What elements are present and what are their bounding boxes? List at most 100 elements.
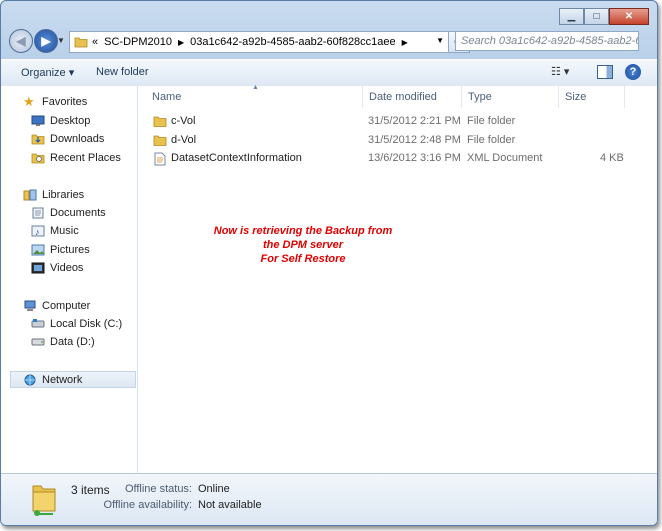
navigation-row: ◀ ▶ ▼ « SC-DPM2010 ▶ 03a1c642-a92b-4585-… (7, 28, 651, 55)
close-button[interactable]: ✕ (609, 8, 649, 25)
file-date: 31/5/2012 2:48 PM (368, 134, 461, 146)
nav-item-videos[interactable]: Videos (31, 259, 83, 277)
file-name: d-Vol (171, 134, 197, 146)
libraries-icon (23, 189, 37, 201)
nav-item-local-disk-c[interactable]: Local Disk (C:) (31, 315, 122, 333)
preview-pane-icon[interactable] (597, 65, 613, 79)
organize-button[interactable]: Organize ▾ (21, 66, 74, 79)
content-area: ★ Favorites Desktop Downloads Recent Pla… (1, 84, 657, 473)
annotation-line: For Self Restore (260, 253, 346, 265)
nav-item-desktop[interactable]: Desktop (31, 112, 90, 130)
offline-availability-value: Not available (198, 499, 262, 511)
offline-availability-label: Offline availability: (103, 499, 192, 511)
back-button[interactable]: ◀ (9, 29, 33, 53)
nav-libraries-label: Libraries (42, 189, 85, 201)
column-name-label: Name (152, 91, 182, 103)
navigation-pane: ★ Favorites Desktop Downloads Recent Pla… (1, 86, 138, 473)
network-icon (24, 374, 36, 386)
local-disk-icon (31, 319, 45, 328)
nav-item-label: Desktop (50, 115, 91, 127)
nav-item-data-d[interactable]: Data (D:) (31, 333, 95, 351)
nav-computer-label: Computer (42, 300, 91, 312)
nav-item-label: Downloads (50, 133, 105, 145)
nav-item-label: Data (D:) (50, 336, 95, 348)
file-size: 4 KB (600, 152, 624, 164)
window-controls: ▁ □ ✕ (559, 8, 649, 25)
computer-icon (24, 300, 36, 311)
folder-icon (74, 37, 88, 48)
search-input[interactable]: Search 03a1c642-a92b-4585-aab2-60f... ⌕ (455, 31, 639, 51)
nav-item-pictures[interactable]: Pictures (31, 241, 90, 259)
change-view-icon[interactable]: ☷ ▾ (551, 65, 569, 78)
nav-favorites-label: Favorites (42, 96, 88, 108)
file-row[interactable]: DatasetContextInformation 13/6/2012 3:16… (138, 150, 638, 168)
help-icon[interactable]: ? (625, 64, 641, 80)
breadcrumb-guid-folder[interactable]: 03a1c642-a92b-4585-aab2-60f828cc1aee (190, 36, 396, 48)
offline-status-label: Offline status: (124, 483, 192, 495)
forward-button[interactable]: ▶ (34, 29, 58, 53)
search-placeholder: Search 03a1c642-a92b-4585-aab2-60f... (461, 35, 638, 47)
maximize-button[interactable]: □ (584, 8, 609, 25)
folder-icon (153, 116, 167, 127)
nav-item-recent-places[interactable]: Recent Places (31, 149, 121, 167)
xml-document-icon (154, 152, 166, 166)
star-icon: ★ (23, 94, 35, 109)
command-bar: Organize ▾ New folder ☷ ▾ ? (1, 59, 657, 87)
nav-item-label: Local Disk (C:) (50, 318, 123, 330)
nav-item-downloads[interactable]: Downloads (31, 130, 104, 148)
documents-icon (32, 207, 44, 219)
column-header-size[interactable]: Size (559, 86, 625, 108)
downloads-icon (31, 134, 45, 145)
column-header-type[interactable]: Type (462, 86, 559, 108)
svg-text:♪: ♪ (35, 227, 40, 237)
address-dropdown-icon[interactable]: ▼ (436, 36, 444, 45)
file-date: 13/6/2012 3:16 PM (368, 152, 461, 164)
drive-icon (31, 338, 45, 346)
column-size-label: Size (565, 91, 587, 103)
nav-computer[interactable]: Computer (23, 297, 90, 315)
nav-network-label: Network (42, 374, 83, 386)
nav-item-label: Videos (50, 262, 84, 274)
nav-item-label: Music (50, 225, 79, 237)
column-header-date-modified[interactable]: Date modified (363, 86, 462, 108)
breadcrumb-sc-dpm2010[interactable]: SC-DPM2010 (104, 36, 172, 48)
nav-item-label: Documents (50, 207, 106, 219)
nav-favorites[interactable]: ★ Favorites (23, 93, 87, 111)
nav-libraries[interactable]: Libraries (23, 186, 84, 204)
column-date-label: Date modified (369, 91, 437, 103)
nav-item-music[interactable]: ♪ Music (31, 222, 79, 240)
nav-item-label: Pictures (50, 244, 90, 256)
music-icon: ♪ (31, 225, 45, 237)
nav-network[interactable]: Network (23, 371, 82, 389)
breadcrumb-separator-icon[interactable]: ▶ (402, 38, 408, 47)
pictures-icon (31, 244, 45, 256)
column-header-name[interactable]: Name (146, 86, 363, 108)
details-pane: 3 items Offline status: Online Offline a… (1, 473, 657, 525)
recent-pages-dropdown-icon[interactable]: ▼ (57, 36, 65, 45)
annotation-line: Now is retrieving the Backup from (213, 225, 393, 237)
file-row[interactable]: d-Vol 31/5/2012 2:48 PM File folder (138, 132, 638, 150)
address-bar[interactable]: « SC-DPM2010 ▶ 03a1c642-a92b-4585-aab2-6… (69, 31, 449, 53)
file-date: 31/5/2012 2:21 PM (368, 115, 461, 127)
breadcrumb-overflow[interactable]: « (92, 36, 98, 48)
folder-icon (153, 135, 167, 146)
offline-status-value: Online (198, 483, 230, 495)
file-type: XML Document (467, 152, 543, 164)
annotation-text: Now is retrieving the Backup from the DP… (210, 224, 396, 266)
videos-icon (31, 262, 45, 274)
nav-item-label: Recent Places (50, 152, 121, 164)
file-list: ▲ Name Date modified Type Size c-Vol 31/… (138, 84, 657, 473)
annotation-line: the DPM server (262, 239, 344, 251)
new-folder-button[interactable]: New folder (96, 66, 149, 78)
file-name: DatasetContextInformation (171, 152, 302, 164)
desktop-icon (31, 115, 45, 126)
recent-places-icon (31, 153, 45, 164)
minimize-button[interactable]: ▁ (559, 8, 584, 25)
breadcrumb-separator-icon[interactable]: ▶ (178, 38, 184, 47)
file-row[interactable]: c-Vol 31/5/2012 2:21 PM File folder (138, 113, 638, 131)
file-type: File folder (467, 115, 516, 127)
file-name: c-Vol (171, 115, 196, 127)
nav-item-documents[interactable]: Documents (31, 204, 106, 222)
column-type-label: Type (468, 91, 492, 103)
file-type: File folder (467, 134, 516, 146)
